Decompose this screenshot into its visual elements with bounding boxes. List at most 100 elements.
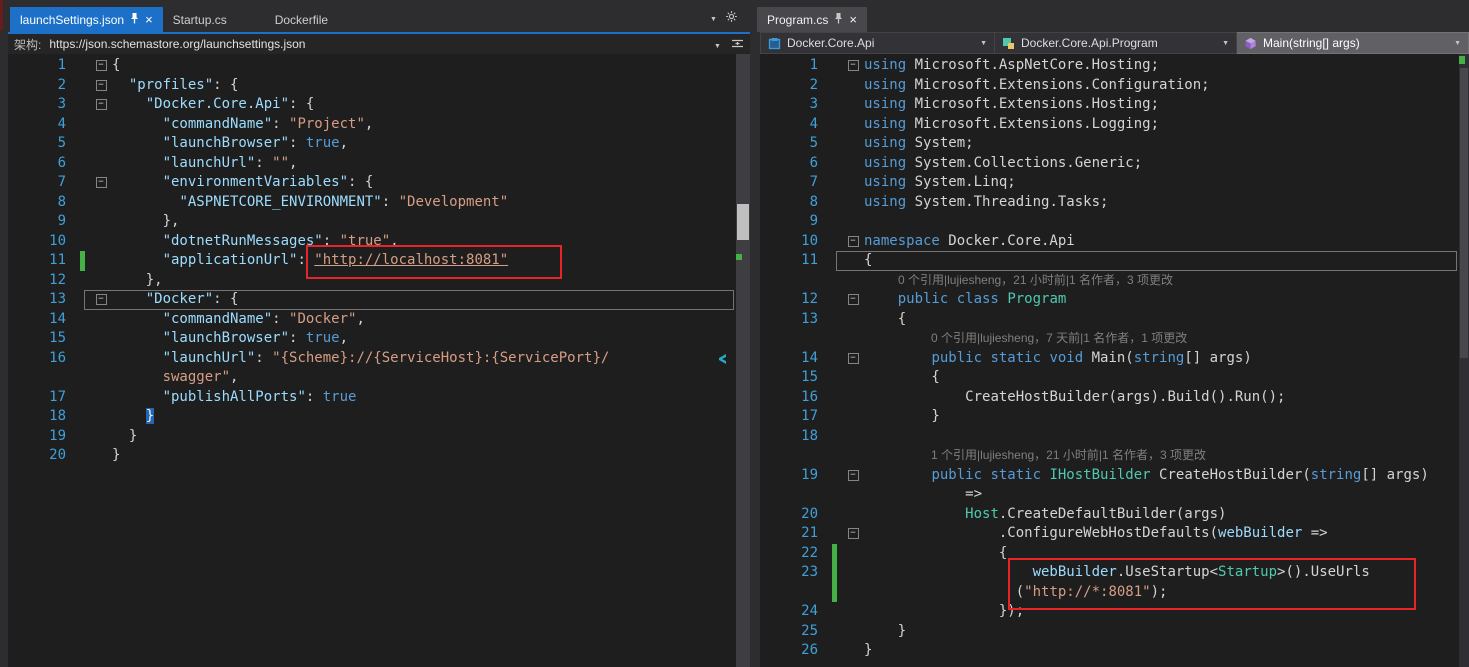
tab-label: launchSettings.json: [20, 13, 124, 27]
code-line: 12− public class Program: [760, 290, 1459, 310]
nav-project-dropdown[interactable]: Docker.Core.Api ▼: [760, 32, 995, 54]
change-tracking-gutter: [74, 232, 90, 252]
line-number: 19: [760, 466, 826, 486]
change-tracking-gutter: [826, 622, 842, 642]
code-text: =>: [864, 485, 1459, 505]
line-number: 15: [8, 329, 74, 349]
code-line: 8using System.Threading.Tasks;: [760, 193, 1459, 213]
fold-gutter: [90, 446, 112, 466]
code-text: },: [112, 212, 736, 232]
close-icon[interactable]: ×: [849, 13, 857, 26]
fold-gutter: [842, 622, 864, 642]
code-line: =>: [760, 485, 1459, 505]
line-number: 4: [760, 115, 826, 135]
tab-dockerfile[interactable]: Dockerfile: [265, 7, 338, 32]
tab-startup-cs[interactable]: Startup.cs: [163, 7, 237, 32]
fold-gutter: −: [842, 466, 864, 486]
code-line: 21− .ConfigureWebHostDefaults(webBuilder…: [760, 524, 1459, 544]
code-line: ("http://*:8081");: [760, 583, 1459, 603]
pin-icon[interactable]: [130, 12, 139, 27]
collapse-region-icon[interactable]: −: [96, 60, 107, 71]
code-line: 24 });: [760, 602, 1459, 622]
fold-gutter: −: [842, 349, 864, 369]
collapse-region-icon[interactable]: −: [96, 177, 107, 188]
line-number: [760, 583, 826, 603]
collapse-region-icon[interactable]: −: [96, 294, 107, 305]
line-number: 14: [8, 310, 74, 330]
collapse-region-icon[interactable]: −: [848, 353, 859, 364]
fold-gutter: [842, 563, 864, 583]
left-scrollbar-thumb[interactable]: [737, 204, 749, 240]
change-tracking-gutter: [826, 310, 842, 330]
code-line: 18 }: [8, 407, 736, 427]
nav-member-dropdown[interactable]: Main(string[] args) ▼: [1237, 32, 1469, 54]
schema-label: 架构:: [14, 36, 41, 53]
editor-program-cs[interactable]: 1−using Microsoft.AspNetCore.Hosting;2us…: [760, 54, 1459, 667]
line-number: 25: [760, 622, 826, 642]
schema-sync-icon[interactable]: [731, 37, 744, 55]
line-number: 8: [8, 193, 74, 213]
collapse-region-icon[interactable]: −: [848, 60, 859, 71]
line-number: 3: [760, 95, 826, 115]
project-icon: [768, 37, 781, 50]
collapse-region-icon[interactable]: −: [848, 528, 859, 539]
code-text: "launchUrl": "{Scheme}://{ServiceHost}:{…: [112, 349, 736, 369]
fold-gutter: [842, 544, 864, 564]
code-line: 6 "launchUrl": "",: [8, 154, 736, 174]
change-tracking-gutter: [826, 524, 842, 544]
line-number: 16: [8, 349, 74, 369]
change-tracking-gutter: [74, 56, 90, 76]
collapse-region-icon[interactable]: −: [96, 99, 107, 110]
left-editor-scrollbar[interactable]: [736, 54, 750, 667]
nav-type-dropdown[interactable]: Docker.Core.Api.Program ▼: [995, 32, 1237, 54]
change-tracking-gutter: [74, 271, 90, 291]
line-number: 20: [760, 505, 826, 525]
editor-launchsettings-json[interactable]: 1−{2− "profiles": {3− "Docker.Core.Api":…: [8, 54, 736, 667]
change-tracking-gutter: [826, 232, 842, 252]
change-tracking-gutter: [74, 95, 90, 115]
quick-action-icon[interactable]: [714, 352, 728, 370]
right-scrollbar-thumb[interactable]: [1460, 68, 1468, 358]
fold-gutter: [842, 485, 864, 505]
tab-program-cs[interactable]: Program.cs ×: [757, 7, 867, 32]
pin-icon[interactable]: [834, 12, 843, 27]
code-line: 15 {: [760, 368, 1459, 388]
change-tracking-gutter: [826, 56, 842, 76]
code-line: 6using System.Collections.Generic;: [760, 154, 1459, 174]
fold-gutter: [90, 388, 112, 408]
fold-gutter: [90, 329, 112, 349]
fold-gutter: [842, 193, 864, 213]
pane-splitter[interactable]: [750, 54, 760, 667]
fold-gutter: [842, 583, 864, 603]
code-text: "launchBrowser": true,: [112, 329, 736, 349]
code-line: swagger",: [8, 368, 736, 388]
collapse-region-icon[interactable]: −: [96, 80, 107, 91]
line-number: 13: [760, 310, 826, 330]
line-number: 11: [8, 251, 74, 271]
schema-chevron-down-icon[interactable]: ▼: [714, 43, 721, 50]
change-tracking-gutter: [826, 602, 842, 622]
line-number: [760, 485, 826, 505]
code-text: CreateHostBuilder(args).Build().Run();: [864, 388, 1459, 408]
chevron-down-icon: ▼: [1216, 40, 1229, 47]
tab-list-chevron-down-icon[interactable]: ▼: [710, 16, 717, 23]
collapse-region-icon[interactable]: −: [848, 470, 859, 481]
line-number: 6: [8, 154, 74, 174]
fold-gutter: [842, 368, 864, 388]
code-line: 14 "commandName": "Docker",: [8, 310, 736, 330]
collapse-region-icon[interactable]: −: [848, 294, 859, 305]
code-text: {: [864, 251, 1459, 271]
fold-gutter: −: [842, 232, 864, 252]
line-number: 2: [760, 76, 826, 96]
code-line: 1−{: [8, 56, 736, 76]
code-line: 9: [760, 212, 1459, 232]
code-text: }: [864, 407, 1459, 427]
change-tracking-bar: [826, 583, 842, 603]
close-icon[interactable]: ×: [145, 13, 153, 26]
code-text: using System.Linq;: [864, 173, 1459, 193]
tab-launchsettings-json[interactable]: launchSettings.json ×: [10, 7, 163, 32]
collapse-region-icon[interactable]: −: [848, 236, 859, 247]
gear-icon[interactable]: [725, 10, 738, 28]
code-text: {: [864, 368, 1459, 388]
code-line: 14− public static void Main(string[] arg…: [760, 349, 1459, 369]
